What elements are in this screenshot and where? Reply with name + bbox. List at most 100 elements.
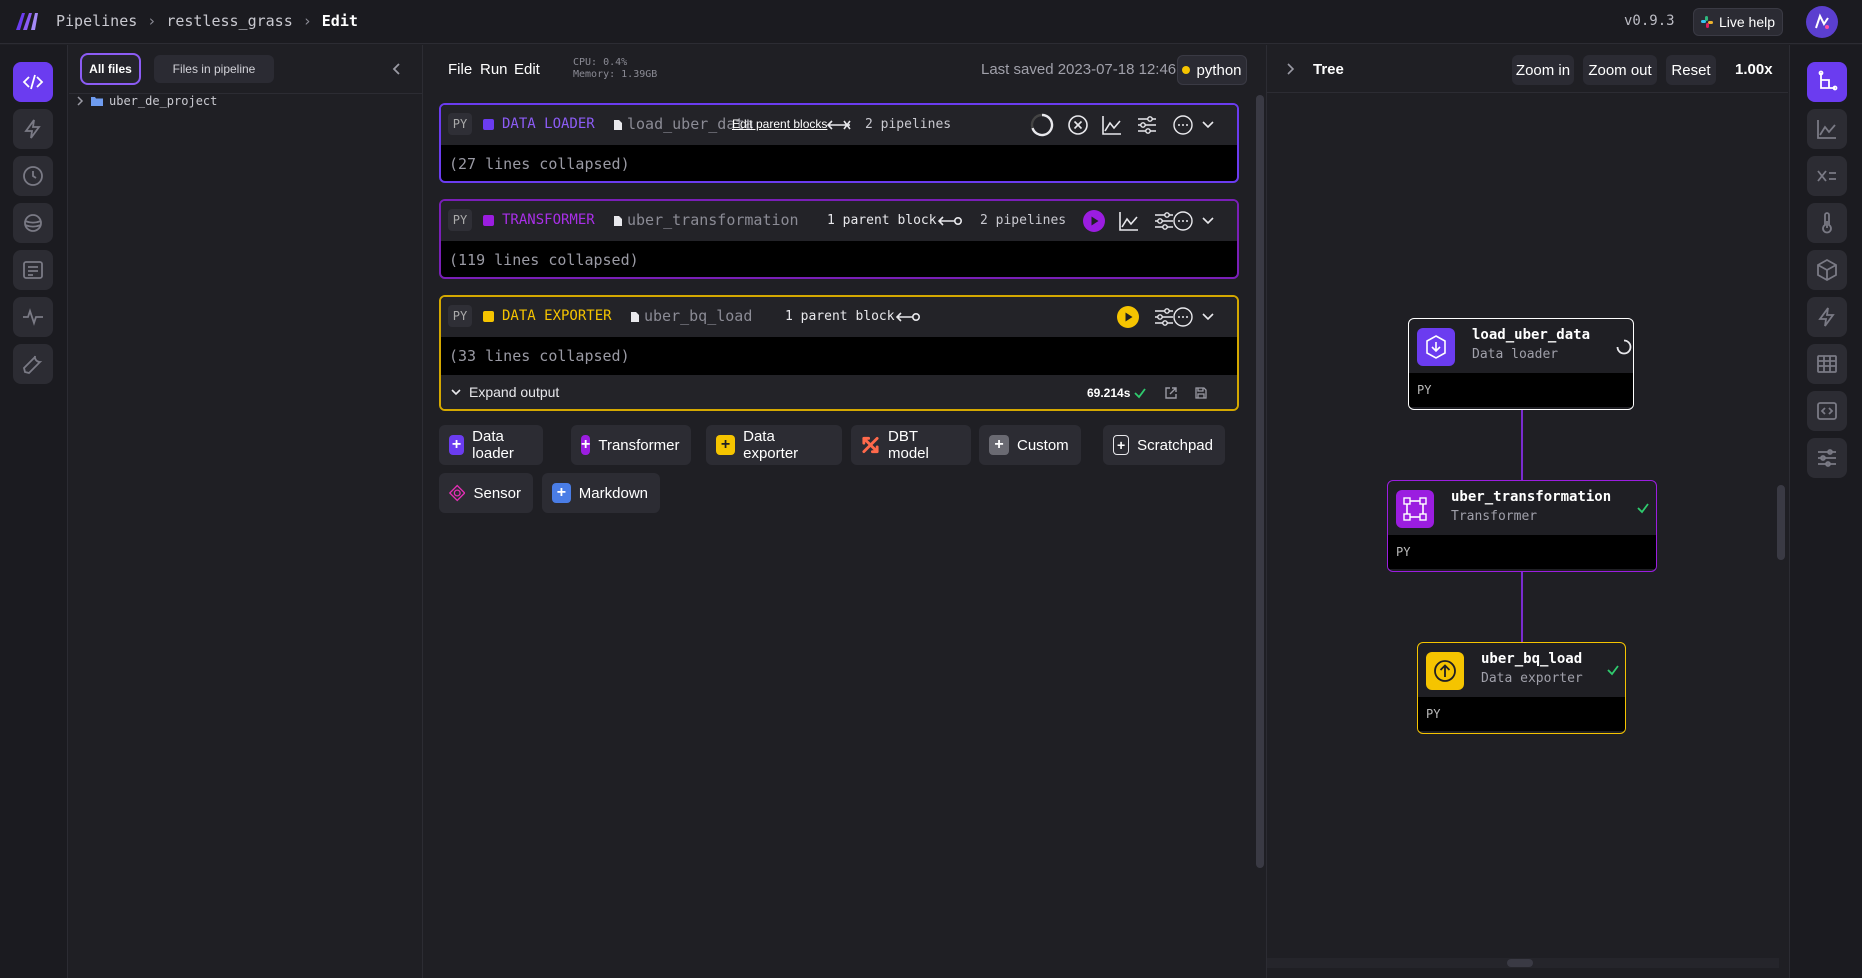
block-name[interactable]: uber_transformation [627, 211, 799, 229]
more-options-icon[interactable] [1171, 113, 1195, 137]
chevron-down-icon[interactable] [1196, 113, 1220, 137]
zoom-level: 1.00x [1735, 61, 1773, 78]
sidekick-secrets[interactable] [1807, 203, 1847, 243]
breadcrumb-pipelines[interactable]: Pipelines [56, 12, 137, 30]
block-type-label: DATA EXPORTER [502, 308, 612, 324]
sidekick-settings[interactable] [1807, 438, 1847, 478]
nav-settings[interactable] [13, 344, 53, 384]
kernel-status-button[interactable]: python [1177, 55, 1247, 85]
file-tree-folder[interactable]: uber_de_project [75, 94, 217, 108]
add-transformer-button[interactable]: + Transformer [571, 425, 691, 465]
menu-file[interactable]: File [448, 61, 472, 78]
tree-node-load-uber-data[interactable]: load_uber_data Data loader PY [1408, 318, 1634, 410]
cancel-run-icon[interactable] [1066, 113, 1090, 137]
block-output-bar: Expand output 69.214s [441, 375, 1237, 409]
header-bar: Pipelines › restless_grass › Edit v0.9.3… [0, 0, 1862, 44]
sidekick-charts[interactable] [1807, 109, 1847, 149]
chart-icon[interactable] [1100, 113, 1124, 137]
run-block-icon[interactable] [1116, 305, 1140, 329]
edit-parent-blocks-link[interactable]: Edit parent blocks [732, 117, 827, 131]
open-external-icon[interactable] [1164, 386, 1178, 400]
more-options-icon[interactable] [1171, 209, 1195, 233]
block-collapsed-code[interactable]: (27 lines collapsed) [441, 145, 1237, 181]
chart-icon[interactable] [1117, 209, 1141, 233]
plus-icon: + [552, 483, 571, 503]
tree-node-uber-transformation[interactable]: uber_transformation Transformer PY [1387, 480, 1657, 572]
parent-block-count[interactable]: 1 parent block [827, 213, 937, 228]
tab-all-files[interactable]: All files [80, 53, 141, 85]
pipelines-count[interactable]: 2 pipelines [980, 213, 1066, 228]
menu-edit[interactable]: Edit [514, 61, 540, 78]
tree-vertical-scrollbar[interactable] [1777, 485, 1785, 560]
avatar[interactable] [1806, 6, 1838, 38]
add-custom-button[interactable]: + Custom [979, 425, 1081, 465]
settings-sliders-icon[interactable] [1135, 113, 1159, 137]
plus-icon: + [989, 435, 1009, 455]
nav-edit-pipeline[interactable] [13, 62, 53, 102]
menu-run[interactable]: Run [480, 61, 508, 78]
wrench-icon [23, 355, 43, 374]
save-output-icon[interactable] [1194, 386, 1208, 400]
nav-triggers[interactable] [13, 109, 53, 149]
language-badge: PY [448, 113, 472, 135]
nav-runs[interactable] [13, 156, 53, 196]
sidekick-blocks[interactable] [1807, 250, 1847, 290]
add-data-exporter-button[interactable]: + Data exporter [706, 425, 842, 465]
zoom-in-button[interactable]: Zoom in [1512, 55, 1574, 85]
tree-icon [1818, 70, 1838, 91]
live-help-button[interactable]: Live help [1693, 8, 1783, 36]
add-markdown-button[interactable]: + Markdown [542, 473, 660, 513]
chevron-down-icon[interactable] [1196, 305, 1220, 329]
add-data-loader-button[interactable]: + Data loader [439, 425, 543, 465]
block-collapsed-code[interactable]: (119 lines collapsed) [441, 241, 1237, 277]
zoom-out-button[interactable]: Zoom out [1583, 55, 1657, 85]
parent-block-count[interactable]: 1 parent block [785, 309, 895, 324]
reset-zoom-button[interactable]: Reset [1666, 55, 1716, 85]
expand-output-toggle[interactable]: Expand output [449, 384, 559, 400]
sidekick-tree[interactable] [1807, 62, 1847, 102]
nav-logs[interactable] [13, 250, 53, 290]
add-data-loader-label: Data loader [472, 428, 514, 462]
chevron-right-icon[interactable] [1283, 62, 1297, 76]
tab-files-in-pipeline[interactable]: Files in pipeline [154, 55, 274, 83]
pipelines-count[interactable]: 2 pipelines [865, 117, 951, 132]
file-browser-panel: All files Files in pipeline uber_de_proj… [69, 45, 423, 978]
variables-icon [1817, 170, 1836, 182]
slack-icon [1700, 16, 1713, 28]
more-options-icon[interactable] [1171, 305, 1195, 329]
nav-backfills[interactable] [13, 203, 53, 243]
folder-icon [91, 97, 103, 106]
sidekick-data-table[interactable] [1807, 344, 1847, 384]
breadcrumb: Pipelines › restless_grass › Edit [56, 12, 358, 30]
add-scratchpad-button[interactable]: + Scratchpad [1103, 425, 1225, 465]
chevron-down-icon[interactable] [1196, 209, 1220, 233]
tree-horizontal-scrollbar[interactable] [1507, 959, 1533, 967]
sidekick-triggers[interactable] [1807, 297, 1847, 337]
block-data-exporter[interactable]: PY DATA EXPORTER uber_bq_load 1 parent b… [439, 295, 1239, 411]
add-dbt-model-button[interactable]: DBT model [851, 425, 971, 465]
run-block-icon[interactable] [1082, 209, 1106, 233]
dependency-tree-panel: Tree Zoom in Zoom out Reset 1.00x load_u… [1267, 45, 1788, 978]
block-data-loader[interactable]: PY DATA LOADER load_uber_data Edit paren… [439, 103, 1239, 183]
block-name[interactable]: uber_bq_load [644, 307, 752, 325]
mage-logo-icon[interactable] [14, 10, 40, 32]
node-header: load_uber_data Data loader [1409, 319, 1633, 373]
editor-scrollbar[interactable] [1256, 95, 1264, 868]
block-transformer[interactable]: PY TRANSFORMER uber_transformation 1 par… [439, 199, 1239, 279]
block-collapsed-code[interactable]: (33 lines collapsed) [441, 337, 1237, 375]
user-avatar-icon [1815, 13, 1829, 29]
breadcrumb-pipeline-name[interactable]: restless_grass [166, 12, 292, 30]
file-icon [614, 120, 622, 130]
chevron-left-icon[interactable] [389, 61, 405, 77]
resource-usage: CPU: 0.4% Memory: 1.39GB [573, 57, 657, 81]
node-type: Transformer [1451, 509, 1538, 524]
node-language: PY [1388, 535, 1656, 569]
tree-node-uber-bq-load[interactable]: uber_bq_load Data exporter PY [1417, 642, 1626, 734]
sidekick-variables[interactable] [1807, 156, 1847, 196]
left-navigation [0, 45, 68, 978]
language-badge: PY [448, 305, 472, 327]
block-header: PY DATA EXPORTER uber_bq_load 1 parent b… [441, 297, 1237, 337]
add-sensor-button[interactable]: Sensor [439, 473, 533, 513]
sidekick-terminal[interactable] [1807, 391, 1847, 431]
nav-monitor[interactable] [13, 297, 53, 337]
